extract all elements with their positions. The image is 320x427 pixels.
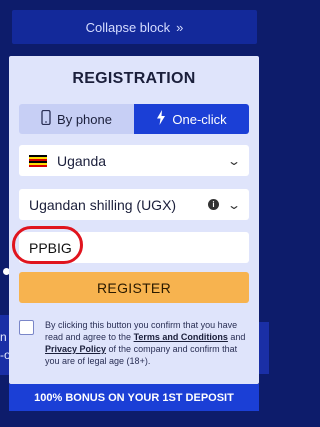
phone-icon: [41, 109, 51, 128]
currency-value: Ugandan shilling (UGX): [29, 196, 177, 213]
side-panel-left: [0, 315, 9, 375]
consent-checkbox[interactable]: [19, 320, 34, 335]
info-icon[interactable]: i: [207, 199, 219, 210]
terms-link[interactable]: Terms and Conditions: [134, 332, 228, 342]
currency-select[interactable]: Ugandan shilling (UGX) i ⌄: [19, 189, 249, 220]
tab-one-click-label: One-click: [172, 111, 227, 127]
consent-text: By clicking this button you confirm that…: [45, 319, 251, 367]
tab-by-phone-label: By phone: [57, 111, 112, 127]
side-panel-right: [258, 322, 269, 374]
collapse-label: Collapse block: [85, 19, 171, 35]
chevron-down-icon: ⌄: [226, 197, 242, 212]
side-text-fragment: n: [0, 330, 7, 344]
double-chevron-right-icon: »: [176, 19, 184, 35]
country-value: Uganda: [57, 152, 107, 169]
registration-form: REGISTRATION By phone One-click Uganda ⌄…: [9, 56, 259, 384]
registration-tabs: By phone One-click: [19, 104, 249, 134]
footer-background: [0, 411, 269, 427]
chevron-down-icon: ⌄: [226, 153, 242, 168]
register-button[interactable]: REGISTER: [19, 272, 249, 303]
registration-title: REGISTRATION: [72, 70, 196, 87]
promo-code-input[interactable]: [19, 232, 249, 263]
consent-text-part: and: [227, 332, 246, 342]
collapse-block-button[interactable]: Collapse block »: [12, 10, 257, 44]
tab-one-click[interactable]: One-click: [134, 104, 249, 134]
tab-by-phone[interactable]: By phone: [19, 104, 134, 134]
country-select[interactable]: Uganda ⌄: [19, 145, 249, 176]
lightning-icon: [156, 110, 166, 128]
privacy-link[interactable]: Privacy Policy: [45, 344, 106, 354]
uganda-flag-icon: [29, 154, 47, 167]
bonus-banner[interactable]: 100% BONUS ON YOUR 1ST DEPOSIT: [9, 384, 259, 411]
